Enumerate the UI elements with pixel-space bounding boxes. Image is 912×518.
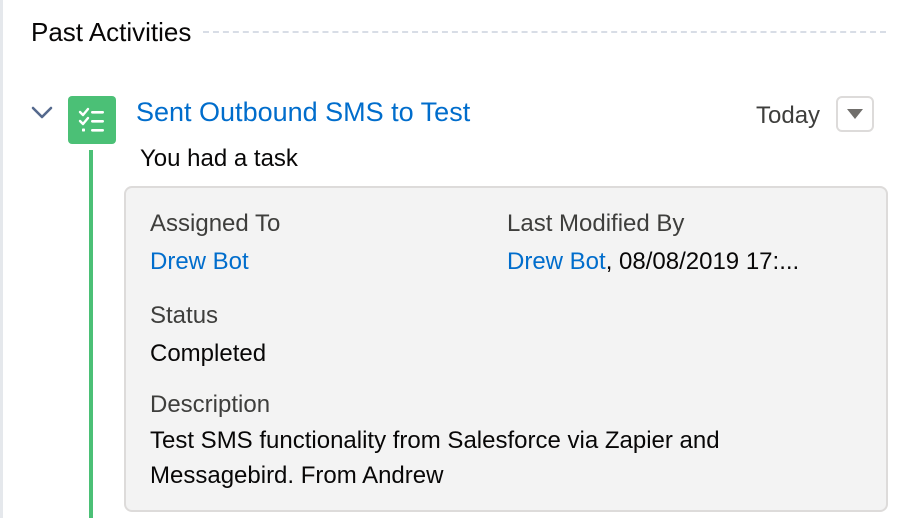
last-modified-field: Last Modified By Drew Bot, 08/08/2019 17…	[507, 208, 799, 278]
activity-details-box: Assigned To Drew Bot Last Modified By Dr…	[124, 186, 888, 512]
last-modified-date: , 08/08/2019 17:...	[605, 248, 800, 275]
chevron-down-icon	[31, 106, 53, 119]
timeline-line	[89, 150, 93, 518]
past-activities-header: Past Activities	[31, 14, 886, 50]
panel-left-border	[0, 0, 3, 518]
activity-subtitle: You had a task	[140, 145, 298, 172]
assigned-to-field: Assigned To Drew Bot	[150, 208, 280, 278]
last-modified-label: Last Modified By	[507, 210, 685, 237]
task-checklist-icon	[68, 96, 116, 144]
status-field: Status Completed	[150, 300, 266, 370]
caret-down-icon	[847, 109, 863, 119]
description-field: Description Test SMS functionality from …	[150, 389, 810, 493]
description-line-2: Messagebird. From Andrew	[150, 462, 444, 489]
section-title: Past Activities	[31, 16, 192, 47]
activity-actions-menu-button[interactable]	[836, 96, 874, 132]
expand-collapse-toggle[interactable]	[27, 98, 57, 128]
status-value: Completed	[150, 340, 267, 367]
activity-timeline-panel: Past Activities Sent Outbound SMS to Tes…	[0, 0, 912, 518]
activity-title-link[interactable]: Sent Outbound SMS to Test	[136, 97, 470, 128]
status-label: Status	[150, 302, 219, 329]
assigned-to-label: Assigned To	[150, 210, 281, 237]
section-divider	[203, 31, 886, 33]
last-modified-user-link[interactable]: Drew Bot	[507, 248, 606, 275]
description-line-1: Test SMS functionality from Salesforce v…	[150, 427, 720, 454]
description-value: Test SMS functionality from Salesforce v…	[150, 423, 810, 493]
assigned-to-user-link[interactable]: Drew Bot	[150, 248, 249, 275]
activity-date: Today	[756, 102, 821, 129]
description-label: Description	[150, 391, 271, 418]
